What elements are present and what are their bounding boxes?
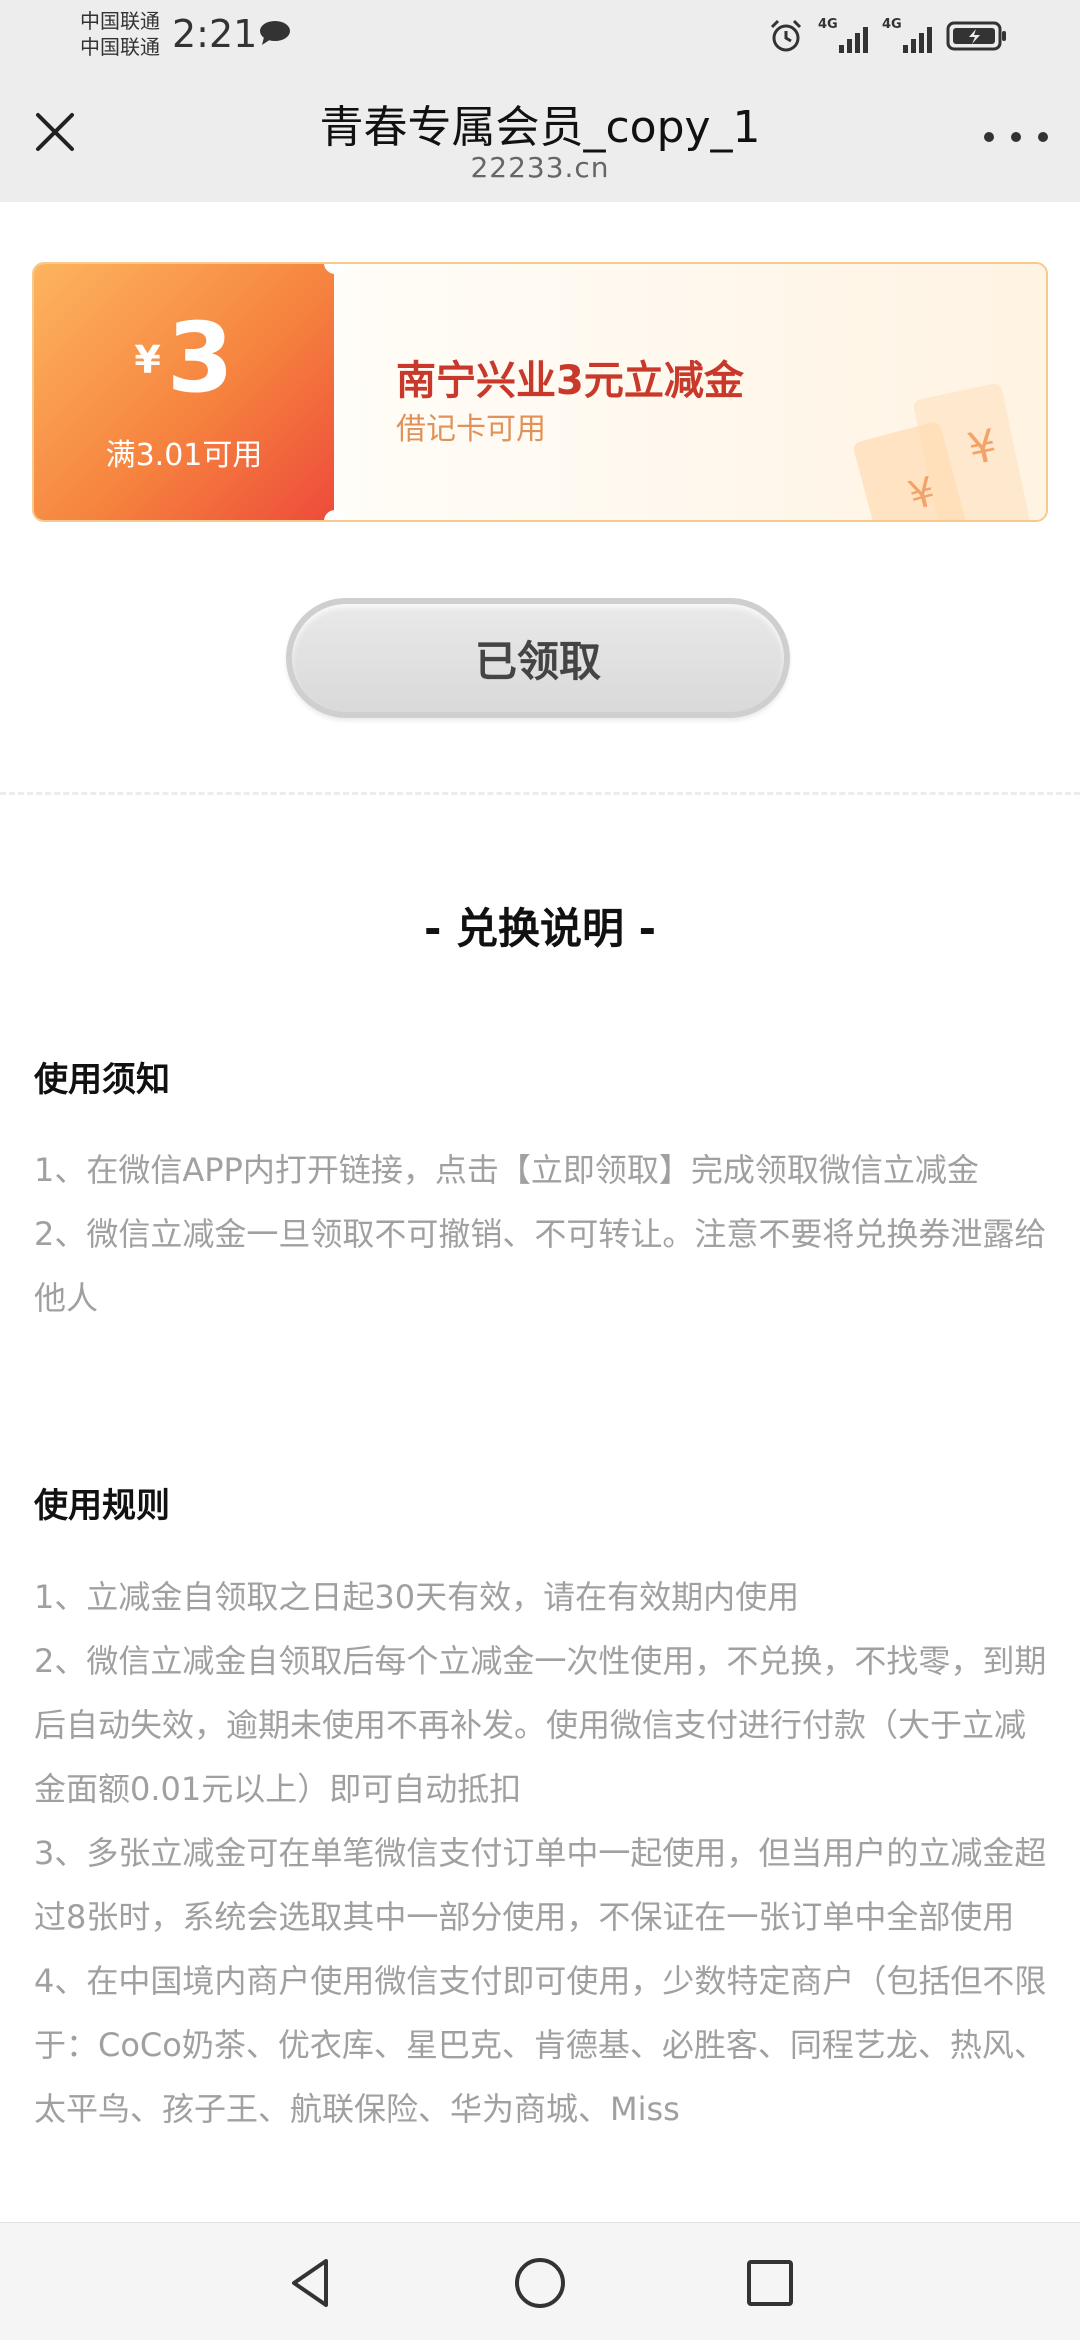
signal-icon: 4G: [882, 17, 932, 53]
coupon-threshold: 满3.01可用: [105, 438, 263, 473]
carrier-2: 中国联通: [80, 35, 160, 59]
status-bar: 中国联通 中国联通 2:21 4G 4G: [0, 0, 1080, 75]
usage-notice-item: 2、微信立减金一旦领取不可撤销、不可转让。注意不要将兑换券泄露给他人: [34, 1215, 1047, 1317]
back-icon[interactable]: [282, 2253, 342, 2313]
section-divider: [0, 792, 1080, 795]
usage-rule-item: 1、立减金自领取之日起30天有效，请在有效期内使用: [34, 1578, 800, 1616]
battery-icon: [946, 21, 1006, 51]
page-title: 青春专属会员_copy_1: [319, 102, 761, 153]
status-icons: 4G 4G: [768, 17, 1008, 54]
more-icon[interactable]: [984, 127, 1048, 147]
usage-rule-item: 2、微信立减金自领取后每个立减金一次性使用，不兑换，不找零，到期后自动失效，逾期…: [34, 1642, 1047, 1808]
carrier-1: 中国联通: [80, 9, 160, 33]
usage-rules-heading: 使用规则: [34, 1486, 170, 1526]
currency-symbol: ¥: [134, 338, 161, 382]
home-icon[interactable]: [510, 2253, 570, 2313]
usage-notice-section: 使用须知: [34, 1052, 1048, 1101]
status-time: 2:21: [172, 12, 258, 56]
usage-notice-list: 1、在微信APP内打开链接，点击【立即领取】完成领取微信立减金 2、微信立减金一…: [34, 1138, 1048, 1330]
message-icon: [260, 21, 290, 45]
coupon-subtitle: 借记卡可用: [396, 412, 546, 447]
coupon-amount: ¥3: [34, 302, 334, 414]
recent-apps-icon[interactable]: [740, 2253, 800, 2313]
exchange-instructions-heading: - 兑换说明 -: [423, 904, 657, 953]
system-nav-bar: [0, 2222, 1080, 2340]
usage-rules-section: 使用规则: [34, 1478, 1048, 1527]
coupon-info-panel: 南宁兴业3元立减金 借记卡可用 ¥ ¥: [334, 264, 1046, 520]
usage-rule-item: 3、多张立减金可在单笔微信支付订单中一起使用，但当用户的立减金超过8张时，系统会…: [34, 1834, 1047, 1936]
nav-bar: 青春专属会员_copy_1 22233.cn: [0, 75, 1080, 202]
usage-rules-list: 1、立减金自领取之日起30天有效，请在有效期内使用 2、微信立减金自领取后每个立…: [34, 1565, 1048, 2141]
coupon-card: ¥3 满3.01可用 南宁兴业3元立减金 借记卡可用 ¥ ¥: [32, 262, 1048, 522]
usage-notice-item: 1、在微信APP内打开链接，点击【立即领取】完成领取微信立减金: [34, 1151, 979, 1189]
coupon-amount-value: 3: [166, 302, 234, 414]
page-domain: 22233.cn: [470, 151, 610, 184]
signal-icon: 4G: [818, 17, 868, 53]
coupon-title: 南宁兴业3元立减金: [396, 358, 744, 404]
carrier-labels: 中国联通 中国联通: [80, 8, 160, 60]
coupon-value-panel: ¥3 满3.01可用: [34, 264, 334, 520]
claimed-button[interactable]: 已领取: [286, 598, 790, 718]
yen-deco-icon: ¥ ¥: [853, 383, 1031, 520]
alarm-icon: [770, 19, 802, 52]
network-type-1: 4G: [818, 17, 838, 32]
usage-rule-item: 4、在中国境内商户使用微信支付即可使用，少数特定商户（包括但不限于：CoCo奶茶…: [34, 1962, 1047, 2128]
network-type-2: 4G: [882, 17, 902, 32]
usage-notice-heading: 使用须知: [34, 1060, 170, 1100]
